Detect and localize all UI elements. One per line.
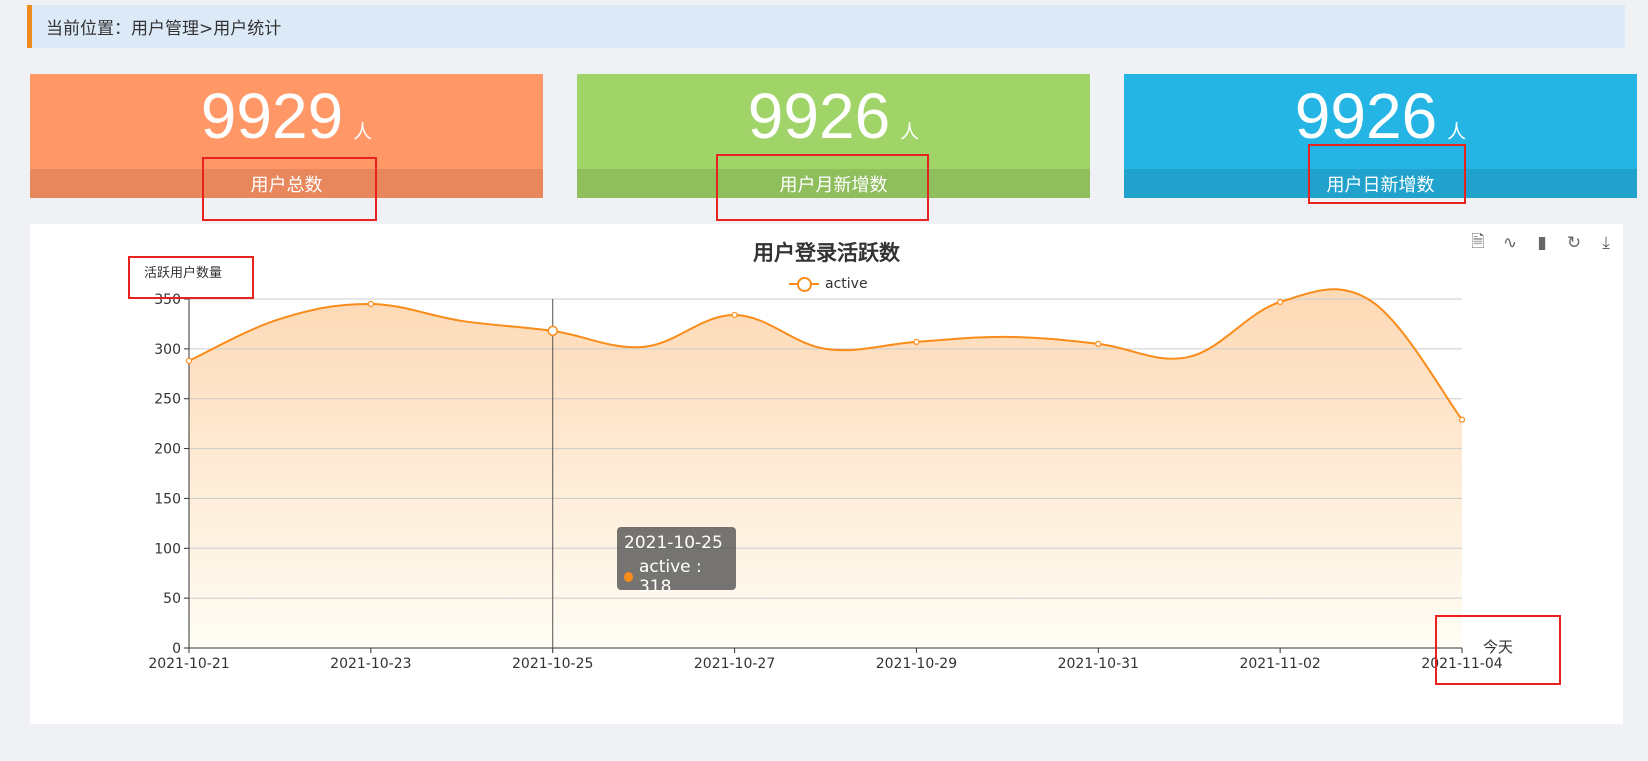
highlight-box-total-label [202,157,377,221]
monthly-new-users-value: 9926 [747,80,891,152]
highlight-box-monthly-label [716,154,929,221]
data-view-icon[interactable]: 🗎 [1467,232,1489,254]
x-tick-label: 2021-11-02 [1239,656,1320,672]
y-tick-label: 150 [154,491,181,507]
y-tick-label: 100 [154,541,181,557]
highlight-box-today-label [1435,615,1561,685]
total-users-unit: 人 [353,121,373,143]
x-tick-label: 2021-10-27 [694,656,775,672]
x-tick-label: 2021-10-23 [330,656,411,672]
legend-label: active [825,276,868,292]
active-users-chart-panel: 0 50 100 150 200 250 300 350 2021-10-21 2021-10-2… [30,224,1623,724]
y-tick-label: 50 [163,591,181,607]
tooltip-series-dot [624,572,633,582]
y-tick-label: 200 [154,442,181,458]
series-area-active [189,289,1462,648]
bar-chart-icon[interactable]: ▮ [1531,232,1553,254]
daily-new-users-value: 9926 [1294,80,1438,152]
chart-toolbox: 🗎 ∿ ▮ ↻ ⤓ [1467,232,1617,254]
data-point [367,300,374,308]
y-tick-label: 0 [172,641,181,657]
tooltip-value: active : 318 [638,557,702,597]
x-tick-label: 2021-10-21 [148,656,229,672]
breadcrumb-text: 当前位置：用户管理>用户统计 [46,19,282,39]
data-point [1458,416,1466,423]
data-point [731,311,738,319]
data-point [547,325,558,337]
restore-icon[interactable]: ↻ [1563,232,1585,254]
legend-line-circle-icon [789,276,819,292]
x-tick-label: 2021-10-31 [1058,656,1139,672]
data-point [185,357,193,364]
daily-new-users-unit: 人 [1447,121,1467,143]
data-point [913,338,920,345]
data-point [1095,340,1102,347]
x-tick-label: 2021-10-29 [876,656,957,672]
y-tick-label: 300 [154,342,181,358]
highlight-box-daily-label [1308,144,1466,204]
chart-title: 用户登录活跃数 [753,241,900,265]
breadcrumb: 当前位置：用户管理>用户统计 [27,5,1625,48]
total-users-value: 9929 [200,80,344,152]
active-users-chart: 0501001502002503003502021-10-21 2021-10-2… [148,288,1503,672]
y-tick-label: 250 [154,392,181,408]
monthly-new-users-unit: 人 [900,121,920,143]
line-chart-icon[interactable]: ∿ [1499,232,1521,254]
x-tick-label: 2021-10-25 [512,656,593,672]
highlight-box-y-axis-label [128,256,254,299]
tooltip-date: 2021-10-25 [624,533,723,553]
data-point [1277,298,1284,306]
chart-tooltip: 2021-10-25 active : 318 [617,527,736,597]
download-icon[interactable]: ⤓ [1595,232,1617,254]
legend-item-active[interactable]: active [789,276,868,292]
